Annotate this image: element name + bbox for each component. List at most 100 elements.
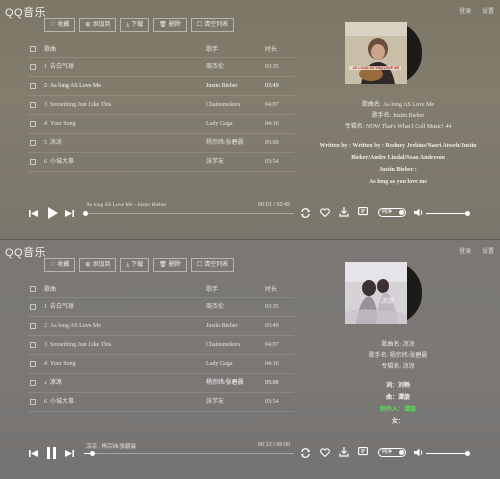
artist-name-label: 歌手名: Justin Bieber <box>371 113 425 119</box>
table-row[interactable]: 2 As long AS Love Me Justin Bieber 03:49 <box>28 77 294 96</box>
select-all-checkbox[interactable] <box>30 286 36 292</box>
column-artist: 歌手 <box>206 287 219 293</box>
table-row[interactable]: 3 Something Just Like This Chainsmokers 04… <box>28 336 294 355</box>
player-panel-1: QQ音乐 登录 设置 ♡ 收藏 ⊞ 添加到 ⤓ 下载 🗑 删除 ☐ 清空列表 歌曲 歌手 … <box>0 0 500 239</box>
row-checkbox[interactable] <box>30 102 36 108</box>
next-icon[interactable] <box>65 449 74 458</box>
download-button[interactable]: ⤓ 下载 <box>120 18 150 32</box>
row-checkbox[interactable] <box>30 361 36 367</box>
table-row[interactable]: 6 小城大事 张学友 03:54 <box>28 153 294 172</box>
lyric-line: Written by : Written by : Rodney Jerkins… <box>319 143 477 149</box>
volume-handle[interactable] <box>465 451 470 456</box>
song-list-header: 歌曲 歌手 时长 <box>28 42 294 58</box>
clear-icon: ☐ <box>196 262 203 268</box>
comment-icon[interactable] <box>358 447 368 457</box>
clear-list-button[interactable]: ☐ 清空列表 <box>190 18 235 32</box>
volume-handle[interactable] <box>465 211 470 216</box>
settings-link[interactable]: 设置 <box>482 9 494 15</box>
song-name-label: 歌曲名: As long AS Love Me <box>361 102 435 108</box>
table-row[interactable]: 2 As long AS Love Me Justin Bieber 03:49 <box>28 317 294 336</box>
favorite-button[interactable]: ♡ 收藏 <box>44 18 76 32</box>
table-row[interactable]: 1 告白气球 周杰伦 03:35 <box>28 298 294 317</box>
row-checkbox[interactable] <box>30 323 36 329</box>
app-logo: QQ音乐 <box>5 247 47 259</box>
song-list-header: 歌曲 歌手 时长 <box>28 282 294 298</box>
row-checkbox[interactable] <box>30 304 36 310</box>
toolbar: ♡ 收藏 ⊞ 添加到 ⤓ 下载 🗑 删除 ☐ 清空列表 <box>44 18 238 32</box>
lyric-line: 词：刘畅 <box>385 383 410 389</box>
settings-link[interactable]: 设置 <box>482 249 494 255</box>
prev-icon[interactable] <box>29 209 38 218</box>
volume-slider[interactable] <box>426 451 470 456</box>
column-duration: 时长 <box>265 47 278 53</box>
table-row[interactable]: 1 告白气球 周杰伦 03:35 <box>28 58 294 77</box>
trash-icon: 🗑 <box>159 262 167 268</box>
table-row[interactable]: 4 Your Song Lady Gaga 04:16 <box>28 115 294 134</box>
table-row[interactable]: 3 Something Just Like This Chainsmokers 04… <box>28 96 294 115</box>
column-artist: 歌手 <box>206 47 219 53</box>
progress-bar[interactable] <box>84 451 294 456</box>
table-row[interactable]: 6 小城大事 张学友 03:54 <box>28 393 294 412</box>
heart-icon[interactable] <box>320 448 330 457</box>
lyric-line: 女： <box>391 419 404 425</box>
download-icon[interactable] <box>339 207 349 217</box>
login-link[interactable]: 登录 <box>459 249 471 255</box>
row-checkbox[interactable] <box>30 399 36 405</box>
clear-icon: ☐ <box>196 22 203 28</box>
clear-list-button[interactable]: ☐ 清空列表 <box>190 258 235 272</box>
album-name-label: 专辑名: 凉凉 <box>381 364 415 370</box>
login-link[interactable]: 登录 <box>459 9 471 15</box>
lyric-line: 曲：谭旋 <box>385 395 410 401</box>
row-checkbox[interactable] <box>30 342 36 348</box>
select-all-checkbox[interactable] <box>30 46 36 52</box>
time-readout: 00:01 / 03:49 <box>258 202 291 208</box>
cover-title: 凉凉 <box>381 299 394 305</box>
prev-icon[interactable] <box>29 449 38 458</box>
now-playing-title: As long AS Love Me - Justin Bieber <box>86 202 167 208</box>
toggle-knob <box>399 210 404 215</box>
top-links: 登录 设置 <box>450 246 494 255</box>
delete-button[interactable]: 🗑 删除 <box>153 258 187 272</box>
progress-handle[interactable] <box>90 451 96 456</box>
volume-icon[interactable] <box>414 208 424 217</box>
lyric-line: Justin Bieber : <box>379 167 417 173</box>
lyric-line: As long as you love me <box>369 179 427 185</box>
table-row[interactable]: 5 凉凉 杨宗纬/张碧晨 05:00 <box>28 134 294 153</box>
next-icon[interactable] <box>65 209 74 218</box>
add-to-button[interactable]: ⊞ 添加到 <box>79 258 117 272</box>
pure-mode-toggle[interactable]: 纯净 <box>378 448 406 457</box>
column-song: 歌曲 <box>44 287 57 293</box>
now-playing-title: 凉凉 - 杨宗纬/张碧晨 <box>86 444 137 450</box>
heart-icon: ♡ <box>50 262 56 268</box>
row-checkbox[interactable] <box>30 380 36 386</box>
column-duration: 时长 <box>265 287 278 293</box>
volume-icon[interactable] <box>414 448 424 457</box>
table-row[interactable]: ♪ 凉凉 杨宗纬/张碧晨 05:00 <box>28 374 294 393</box>
pause-icon[interactable] <box>47 447 56 459</box>
progress-bar[interactable] <box>83 211 294 216</box>
favorite-button[interactable]: ♡ 收藏 <box>44 258 76 272</box>
toolbar: ♡ 收藏 ⊞ 添加到 ⤓ 下载 🗑 删除 ☐ 清空列表 <box>44 258 238 272</box>
add-to-button[interactable]: ⊞ 添加到 <box>79 18 117 32</box>
row-checkbox[interactable] <box>30 64 36 70</box>
loop-icon[interactable] <box>300 448 311 458</box>
delete-button[interactable]: 🗑 删除 <box>153 18 187 32</box>
progress-handle[interactable] <box>83 211 89 216</box>
column-song: 歌曲 <box>44 47 57 53</box>
download-button[interactable]: ⤓ 下载 <box>120 258 150 272</box>
row-checkbox[interactable] <box>30 159 36 165</box>
heart-icon[interactable] <box>320 208 330 217</box>
comment-icon[interactable] <box>358 207 368 217</box>
volume-slider[interactable] <box>426 211 470 216</box>
table-row[interactable]: 4 Your Song Lady Gaga 04:16 <box>28 355 294 374</box>
loop-icon[interactable] <box>300 208 311 218</box>
play-icon[interactable] <box>47 207 58 219</box>
time-readout: 00:12 / 05:00 <box>258 442 291 448</box>
row-checkbox[interactable] <box>30 83 36 89</box>
row-checkbox[interactable] <box>30 121 36 127</box>
download-icon[interactable] <box>339 447 349 457</box>
pure-mode-toggle[interactable]: 纯净 <box>378 208 406 217</box>
row-checkbox[interactable] <box>30 140 36 146</box>
song-list: 歌曲 歌手 时长 1 告白气球 周杰伦 03:35 2 As long AS Lov… <box>28 282 294 412</box>
cover-title: AS LONG AS YOU LOVE ME <box>352 66 400 70</box>
